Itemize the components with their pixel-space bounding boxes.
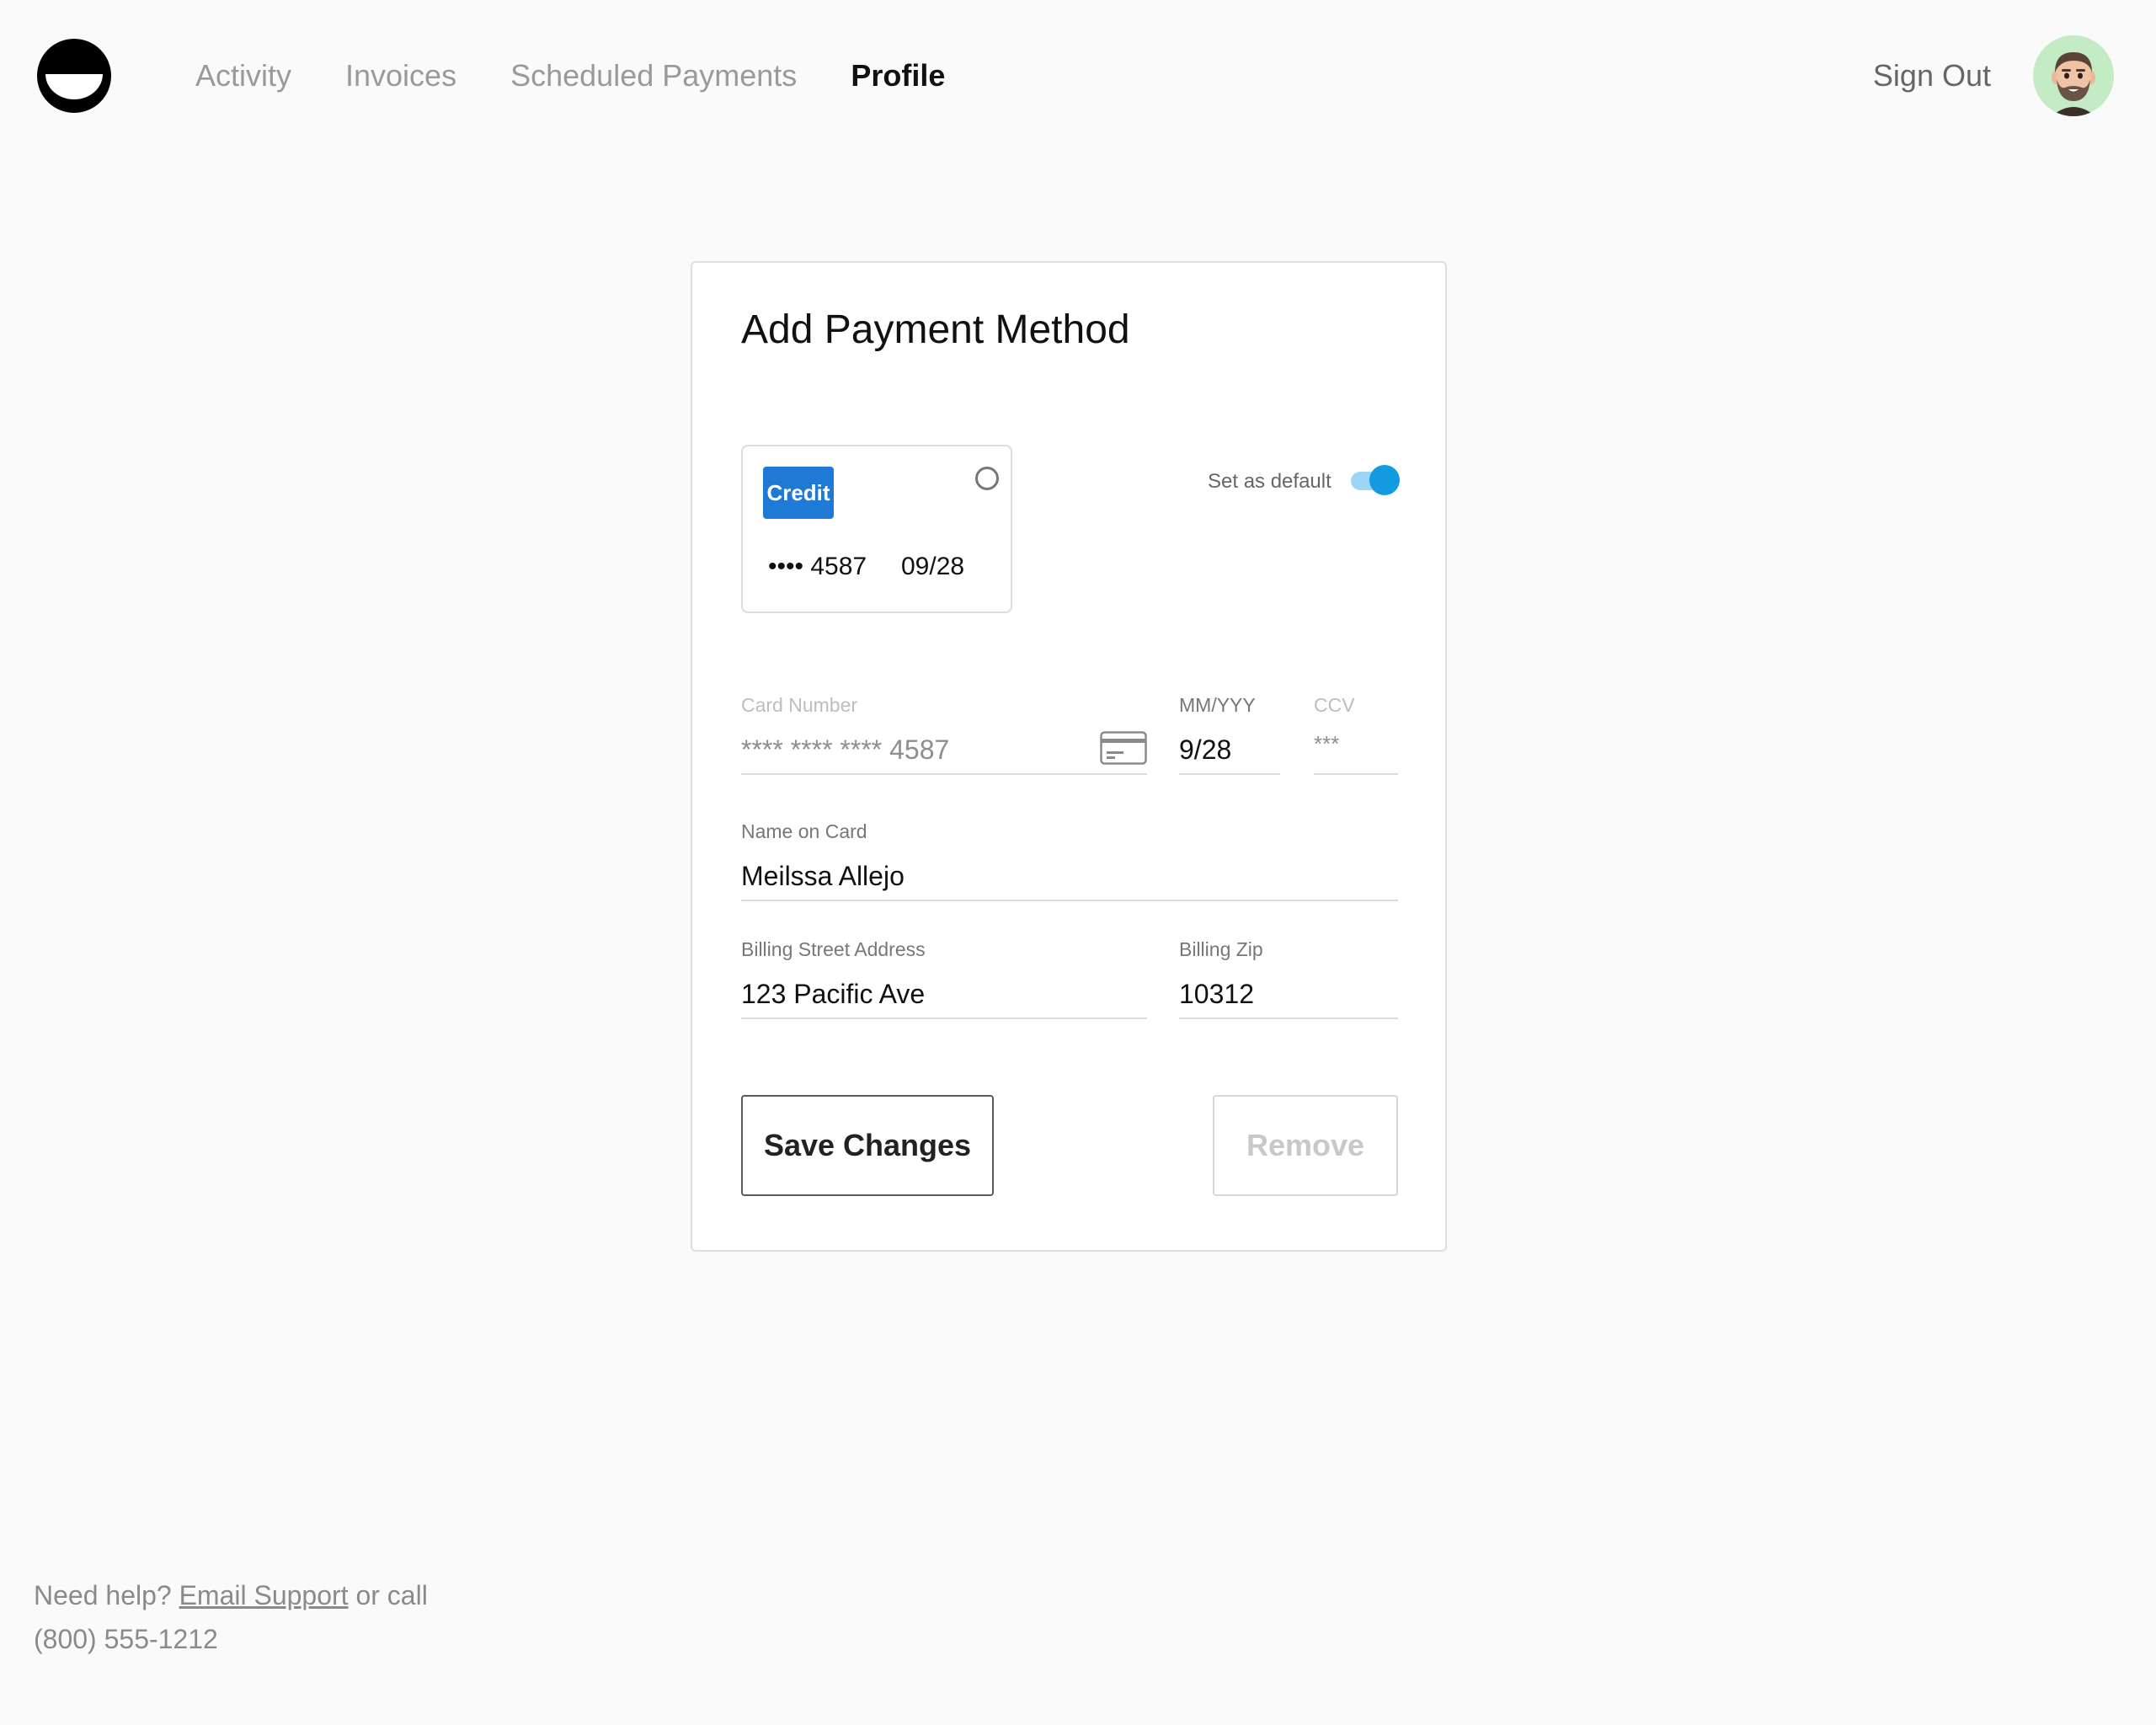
card-last-digits: •••• 4587 xyxy=(768,553,867,580)
billing-street-field[interactable]: Billing Street Address 123 Pacific Ave xyxy=(741,938,1147,1019)
support-phone: (800) 555-1212 xyxy=(34,1624,218,1654)
name-on-card-field[interactable]: Name on Card Meilssa Allejo xyxy=(741,820,1398,901)
nav-profile[interactable]: Profile xyxy=(851,51,945,101)
expiry-field[interactable]: MM/YYY 9/28 xyxy=(1179,694,1280,775)
card-expiry: 09/28 xyxy=(901,553,965,580)
credit-badge: Credit xyxy=(763,467,834,519)
panel-title: Add Payment Method xyxy=(741,307,1130,352)
set-default-toggle[interactable] xyxy=(1351,465,1400,495)
expiry-value: 9/28 xyxy=(1179,734,1232,765)
billing-zip-field[interactable]: Billing Zip 10312 xyxy=(1179,938,1398,1019)
help-suffix: or call xyxy=(348,1580,428,1610)
billing-zip-label: Billing Zip xyxy=(1179,938,1263,960)
avatar[interactable] xyxy=(2033,35,2114,116)
billing-street-value: 123 Pacific Ave xyxy=(741,979,926,1009)
billing-street-label: Billing Street Address xyxy=(741,938,926,960)
credit-card-icon xyxy=(1100,731,1147,765)
payment-method-panel: Add Payment Method Credit •••• 4587 09/2… xyxy=(691,261,1447,1252)
ccv-label: CCV xyxy=(1314,694,1355,716)
nav-scheduled-payments[interactable]: Scheduled Payments xyxy=(510,51,797,101)
avatar-face-icon xyxy=(2052,52,2095,116)
toggle-knob xyxy=(1369,465,1400,495)
main-nav: Activity Invoices Scheduled Payments Pro… xyxy=(195,51,999,101)
card-number-label: Card Number xyxy=(741,694,858,716)
set-default-label: Set as default xyxy=(1208,470,1331,493)
card-number-field[interactable]: Card Number **** **** **** 4587 xyxy=(741,694,1147,775)
help-prefix: Need help? xyxy=(34,1580,179,1610)
nav-activity[interactable]: Activity xyxy=(195,51,291,101)
sign-out-link[interactable]: Sign Out xyxy=(1873,51,1991,101)
expiry-label: MM/YYY xyxy=(1179,694,1256,716)
remove-button[interactable]: Remove xyxy=(1213,1095,1398,1196)
nav-invoices[interactable]: Invoices xyxy=(345,51,456,101)
saved-card-tile[interactable]: Credit •••• 4587 09/28 xyxy=(741,445,1012,613)
logo-icon[interactable] xyxy=(35,37,113,115)
help-footer: Need help? Email Support or call (800) 5… xyxy=(34,1573,505,1661)
ccv-field[interactable]: CCV *** xyxy=(1314,694,1398,775)
billing-zip-value: 10312 xyxy=(1179,979,1254,1009)
card-number-value: **** **** **** 4587 xyxy=(741,734,950,765)
ccv-value: *** xyxy=(1314,731,1340,756)
name-on-card-label: Name on Card xyxy=(741,820,867,842)
name-on-card-value: Meilssa Allejo xyxy=(741,861,905,891)
save-changes-button[interactable]: Save Changes xyxy=(741,1095,994,1196)
email-support-link[interactable]: Email Support xyxy=(179,1580,349,1610)
card-select-radio[interactable] xyxy=(975,467,999,490)
